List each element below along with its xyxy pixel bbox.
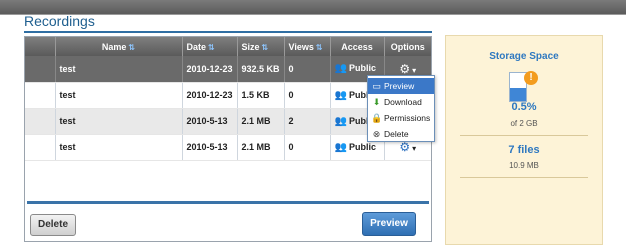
row-name: test <box>55 108 183 135</box>
gear-icon: ⚙ <box>399 140 411 154</box>
column-header-access: Access <box>330 37 385 56</box>
storage-percent: 0.5% <box>511 101 537 113</box>
row-size: 1.5 KB <box>237 82 285 109</box>
menu-item-permissions[interactable]: 🔒 Permissions <box>368 110 434 126</box>
storage-title: Storage Space <box>489 51 559 62</box>
column-header-select <box>25 37 56 56</box>
users-icon: 👥 <box>334 89 347 101</box>
row-date: 2010-5-13 <box>182 134 238 161</box>
users-icon: 👥 <box>334 141 347 153</box>
row-select-cell[interactable] <box>25 134 56 161</box>
sort-arrows-icon: ⇅ <box>128 42 136 52</box>
column-header-size[interactable]: Size ⇅ <box>237 37 285 56</box>
row-name: test <box>55 134 183 161</box>
users-icon: 👥 <box>334 115 347 127</box>
download-icon: ⬇ <box>372 97 381 107</box>
menu-item-delete[interactable]: ⊗ Delete <box>368 126 434 142</box>
row-views: 0 <box>284 134 331 161</box>
storage-card: Storage Space ! 0.5% of 2 GB 7 files 10.… <box>445 35 603 245</box>
row-size: 2.1 MB <box>237 134 285 161</box>
menu-item-download[interactable]: ⬇ Download <box>368 94 434 110</box>
title-divider <box>24 31 432 33</box>
menu-item-preview[interactable]: ▭ Preview <box>368 78 434 94</box>
delete-icon: ⊗ <box>372 129 381 139</box>
table-header-row: Name ⇅ Date ⇅ Size ⇅ Views ⇅ Access Options <box>25 37 431 56</box>
storage-divider <box>460 177 588 178</box>
lock-icon: 🔒 <box>371 113 383 123</box>
row-date: 2010-5-13 <box>182 108 238 135</box>
column-header-name[interactable]: Name ⇅ <box>55 37 183 56</box>
row-select-cell[interactable] <box>25 56 56 83</box>
row-views: 0 <box>284 82 331 109</box>
row-size: 2.1 MB <box>237 108 285 135</box>
files-size: 10.9 MB <box>509 161 539 170</box>
row-name: test <box>55 56 183 83</box>
panel-divider <box>27 201 429 204</box>
users-icon: 👥 <box>334 63 347 75</box>
sort-arrows-icon: ⇅ <box>261 42 269 52</box>
options-menu: ▭ Preview ⬇ Download 🔒 Permissions ⊗ Delete <box>367 75 435 142</box>
row-select-cell[interactable] <box>25 108 56 135</box>
chevron-down-icon: ▾ <box>412 144 417 153</box>
preview-button[interactable]: Preview <box>362 212 416 236</box>
row-date: 2010-12-23 <box>182 82 238 109</box>
row-views: 2 <box>284 108 331 135</box>
storage-divider <box>460 135 588 136</box>
sort-arrows-icon: ⇅ <box>315 42 323 52</box>
page-title: Recordings <box>24 13 95 29</box>
row-views: 0 <box>284 56 331 83</box>
file-count: 7 files <box>508 144 540 156</box>
preview-icon: ▭ <box>372 81 381 91</box>
gear-icon: ⚙ <box>399 61 411 76</box>
chevron-down-icon: ▾ <box>412 65 417 75</box>
sort-arrows-icon: ⇅ <box>208 42 215 52</box>
storage-quota: of 2 GB <box>510 119 538 128</box>
row-name: test <box>55 82 183 109</box>
column-header-date[interactable]: Date ⇅ <box>182 37 238 56</box>
row-size: 932.5 KB <box>237 56 285 83</box>
column-header-views[interactable]: Views ⇅ <box>284 37 331 56</box>
row-date: 2010-12-23 <box>182 56 238 83</box>
warning-icon: ! <box>524 71 538 85</box>
column-header-options: Options <box>384 37 431 56</box>
storage-usage-fill <box>510 88 526 101</box>
delete-button[interactable]: Delete <box>30 214 76 236</box>
row-select-cell[interactable] <box>25 82 56 109</box>
